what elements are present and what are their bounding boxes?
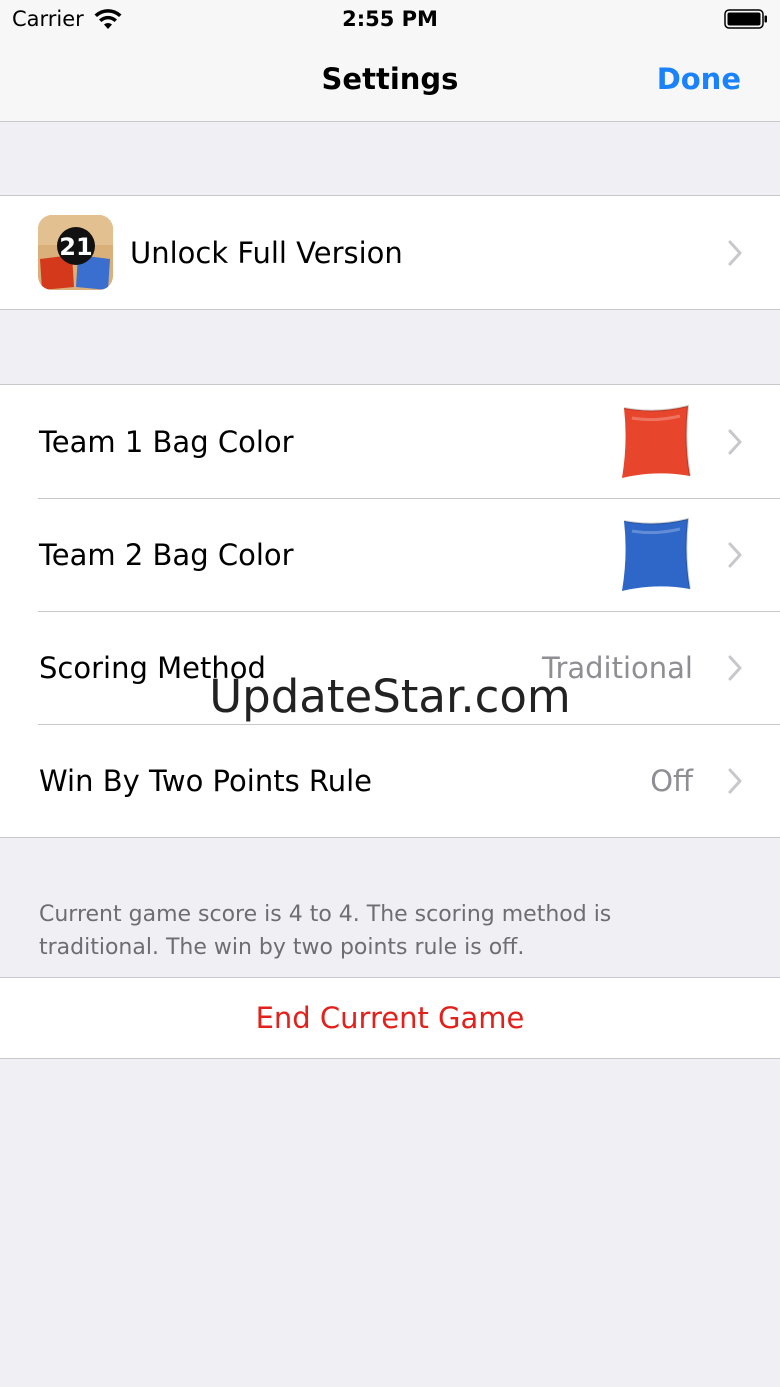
win-by-two-row[interactable]: Win By Two Points Rule Off — [0, 724, 780, 837]
unlock-label: Unlock Full Version — [130, 235, 403, 270]
done-button[interactable]: Done — [657, 62, 741, 96]
game-status-note: Current game score is 4 to 4. The scorin… — [39, 902, 612, 960]
team-1-bag-color-label: Team 1 Bag Color — [39, 424, 294, 459]
settings-screen: Carrier 2:55 PM Settings Done 21 Unlock … — [0, 0, 780, 1387]
scoring-method-value: Traditional — [542, 650, 693, 685]
chevron-right-icon — [728, 240, 742, 265]
team-1-bag-color-row[interactable]: Team 1 Bag Color — [0, 385, 780, 498]
scoring-method-label: Scoring Method — [39, 650, 266, 685]
status-bar: Carrier 2:55 PM — [0, 0, 780, 40]
unlock-section: 21 Unlock Full Version — [0, 195, 780, 310]
battery-icon — [724, 9, 767, 29]
team-2-bag-swatch — [622, 517, 691, 591]
app-icon: 21 — [38, 215, 113, 290]
chevron-right-icon — [728, 429, 742, 454]
end-current-game-label: End Current Game — [255, 1001, 525, 1035]
team-1-bag-swatch — [622, 404, 691, 478]
chevron-right-icon — [728, 655, 742, 680]
end-current-game-button[interactable]: End Current Game — [0, 978, 780, 1058]
navigation-bar: Settings Done — [0, 40, 780, 122]
team-2-bag-color-row[interactable]: Team 2 Bag Color — [0, 498, 780, 611]
clock: 2:55 PM — [342, 7, 438, 31]
settings-section: Team 1 Bag Color Team 2 Bag Color Scorin — [0, 384, 780, 838]
win-by-two-value: Off — [650, 763, 693, 798]
unlock-full-version-row[interactable]: 21 Unlock Full Version — [0, 196, 780, 309]
end-game-section: End Current Game — [0, 977, 780, 1059]
scoring-method-row[interactable]: Scoring Method Traditional — [0, 611, 780, 724]
chevron-right-icon — [728, 542, 742, 567]
app-icon-text: 21 — [59, 233, 92, 261]
team-2-bag-color-label: Team 2 Bag Color — [39, 537, 294, 572]
win-by-two-label: Win By Two Points Rule — [39, 763, 373, 798]
chevron-right-icon — [728, 768, 742, 793]
